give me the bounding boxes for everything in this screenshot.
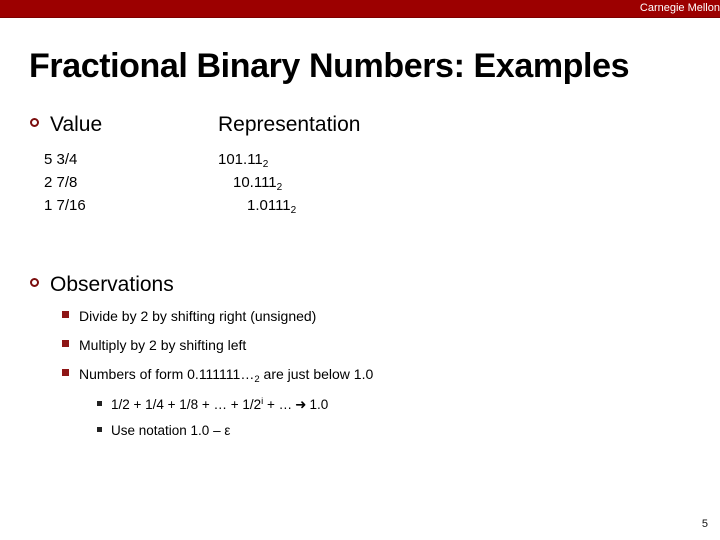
observation-item-3: Numbers of form 0.111111…2 are just belo… [62, 364, 373, 387]
circle-bullet-icon [30, 118, 39, 127]
square-bullet-icon [62, 340, 69, 347]
small-square-bullet-icon [97, 401, 102, 406]
observation-subitem-2-label: Use notation 1.0 – ε [111, 423, 231, 438]
row-representation: 101.112 [218, 148, 268, 173]
table-header-value: Value [30, 112, 102, 138]
series-tail: + … [263, 397, 293, 412]
small-square-bullet-icon [97, 427, 102, 432]
observation-item-3-label: Numbers of form 0.111111…2 are just belo… [79, 364, 373, 387]
carnegie-mellon-brand-text: Carnegie Mellon [639, 2, 720, 14]
page-number: 5 [701, 518, 708, 530]
table-header-representation: Representation [218, 113, 361, 136]
row-representation: 10.1112 [233, 171, 282, 196]
row-value: 5 3/4 [44, 151, 78, 168]
observation-subitem-2: Use notation 1.0 – ε [97, 420, 230, 441]
observation-item-3-prefix: Numbers of form 0.111111… [79, 366, 255, 382]
header-banner: Carnegie Mellon [0, 0, 720, 18]
square-bullet-icon [62, 311, 69, 318]
row-value: 1 7/16 [44, 197, 86, 214]
series-limit: 1.0 [309, 397, 329, 412]
observation-subitem-1-label: 1/2 + 1/4 + 1/8 + … + 1/2i + … ➜ 1.0 [111, 394, 328, 417]
row-representation-mantissa: 10.111 [233, 174, 277, 191]
observation-item-2: Multiply by 2 by shifting left [62, 335, 246, 356]
observation-item-1: Divide by 2 by shifting right (unsigned) [62, 306, 316, 327]
row-representation-base: 2 [276, 182, 283, 193]
table-row: 5 3/4 101.112 [0, 148, 420, 171]
observation-item-3-base: 2 [254, 374, 260, 385]
row-representation-base: 2 [262, 159, 269, 170]
row-representation-mantissa: 101.11 [218, 151, 263, 168]
series-expression: 1/2 + 1/4 + 1/8 + … + 1/2 [111, 397, 262, 412]
observations-heading: Observations [30, 272, 174, 298]
circle-bullet-icon [30, 278, 39, 287]
observation-item-1-label: Divide by 2 by shifting right (unsigned) [79, 308, 317, 324]
table-row: 2 7/8 10.1112 [0, 171, 420, 194]
right-arrow-icon: ➜ [295, 397, 307, 412]
observation-item-2-label: Multiply by 2 by shifting left [79, 337, 247, 353]
slide-title: Fractional Binary Numbers: Examples [29, 47, 630, 85]
square-bullet-icon [62, 369, 69, 376]
series-exponent: i [261, 396, 264, 407]
table-row: 1 7/16 1.01112 [0, 194, 420, 217]
row-representation: 1.01112 [247, 194, 296, 219]
row-representation-mantissa: 1.0111 [247, 197, 291, 214]
observation-item-3-suffix: are just below 1.0 [259, 366, 374, 382]
row-value: 2 7/8 [44, 174, 78, 191]
examples-table: 5 3/4 101.112 2 7/8 10.1112 1 7/16 1.011… [0, 148, 420, 217]
observation-subitem-1: 1/2 + 1/4 + 1/8 + … + 1/2i + … ➜ 1.0 [97, 394, 328, 417]
table-header-value-label: Value [50, 113, 103, 136]
row-representation-base: 2 [290, 205, 297, 216]
observations-heading-label: Observations [50, 273, 174, 296]
